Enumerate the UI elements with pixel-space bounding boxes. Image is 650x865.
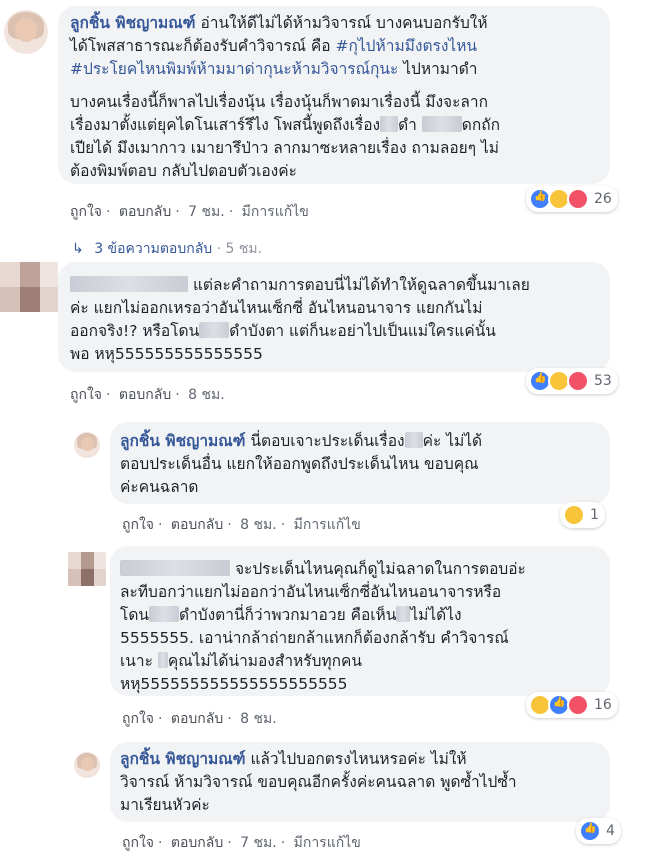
blurred-word [396,606,411,622]
comment-line: ค่ะคนฉลาด [120,478,199,496]
hashtag-link[interactable]: #กุไปห้ามมึงตรงไหน [336,37,478,55]
comment-line: ตอบประเด็นอื่น แยกให้ออกพูดถึงประเด็นไหน… [120,455,479,473]
like-link[interactable]: ถูกใจ [70,204,102,220]
hashtag-link[interactable]: #ประโยคไหนพิมพ์ห้ามมาด่ากุนะห้ามวิจารณ์ก… [70,60,398,78]
love-reaction-icon [567,188,589,210]
blurred-word [421,116,462,132]
comment-line: ลูกชิ้น พิชญามณฑ์ อ่านให้ดีไม่ได้ห้ามวิจ… [70,14,488,32]
comment-bubble: ลูกชิ้น พิชญามณฑ์ แล้วไปบอกตรงไหนหรอค่ะ … [110,742,610,822]
avatar[interactable] [4,10,48,54]
comment-time[interactable]: 7 ชม. [188,204,225,220]
comment-line: ค่ะ แยกไม่ออกเหรอว่าอันไหนเซ็กซี่ อันไหน… [70,299,483,317]
like-link[interactable]: ถูกใจ [122,517,154,533]
comment-line: ลูกชิ้น พิชญามณฑ์ นี่ตอบเจาะประเด็นเรื่อ… [120,432,483,450]
comment-line: มาเรียนหัวค่ะ [120,796,210,814]
reply-link[interactable]: ตอบกลับ [171,517,223,533]
blurred-word [404,432,423,448]
like-link[interactable]: ถูกใจ [122,835,154,851]
reaction-count: 53 [594,373,612,389]
reaction-summary[interactable]: 1 [560,502,605,528]
reaction-summary[interactable]: 53 [526,368,618,394]
reaction-count: 4 [606,823,615,839]
reply-arrow-icon: ↳ [72,241,84,257]
reply-link[interactable]: ตอบกลับ [119,204,171,220]
comment-line: ลูกชิ้น พิชญามณฑ์ แล้วไปบอกตรงไหนหรอค่ะ … [120,750,467,768]
comment-line: ได้โพสสาธารณะก็ต้องรับคำวิจารณ์ คือ #กุไ… [70,37,478,55]
comment-actions: ถูกใจ · ตอบกลับ · 7 ชม. · มีการแก้ไข [122,835,361,851]
comment-line: ต้องพิมพ์ตอบ กลับไปตอบตัวเองค่ะ [70,162,297,180]
comment-bubble: จะประเด็นไหนคุณก็ดูไม่ฉลาดในการตอบอ่ะ ละ… [110,546,610,696]
comment-bubble: ลูกชิ้น พิชญามณฑ์ นี่ตอบเจาะประเด็นเรื่อ… [110,422,610,504]
sad-reaction-icon [563,504,585,526]
reaction-count: 16 [594,697,612,713]
like-link[interactable]: ถูกใจ [70,387,102,403]
comment-line: แต่ละคำถามการตอบนี่ไม่ได้ทำให้ดูฉลาดขึ้น… [70,274,605,297]
comment-line: 5555555. เอาน่ากล้าถ่ายกล้าแหกก็ต้องกล้า… [120,629,509,647]
comment-time[interactable]: 8 ชม. [188,387,225,403]
edited-label[interactable]: มีการแก้ไข [294,835,361,851]
reaction-count: 26 [594,191,612,207]
reaction-summary[interactable]: 26 [526,186,618,212]
blurred-avatar[interactable] [68,552,106,586]
blurred-word [380,116,399,132]
reply-time: 5 ชม. [225,241,263,257]
like-reaction-icon [579,820,601,842]
comment-author[interactable]: ลูกชิ้น พิชญามณฑ์ [120,432,246,450]
comment-bubble: แต่ละคำถามการตอบนี่ไม่ได้ทำให้ดูฉลาดขึ้น… [58,262,610,372]
comment-author[interactable]: ลูกชิ้น พิชญามณฑ์ [70,14,196,32]
reply-link[interactable]: ตอบกลับ [171,711,223,727]
blurred-author-name[interactable] [120,560,230,576]
comment-bubble: ลูกชิ้น พิชญามณฑ์ อ่านให้ดีไม่ได้ห้ามวิจ… [58,6,610,184]
blurred-word [157,652,168,668]
comment-line: พอ หหุ555555555555555 [70,345,263,363]
comment-actions: ถูกใจ · ตอบกลับ · 7 ชม. · มีการแก้ไข [70,204,309,220]
reply-link[interactable]: ตอบกลับ [119,387,171,403]
comment-line: โดน ดำบังตานี่ก็ว่าพวกมาอวย คือเห็น ไม่ได้… [120,606,462,624]
comment-author[interactable]: ลูกชิ้น พิชญามณฑ์ [120,750,246,768]
reaction-summary[interactable]: 4 [576,818,621,844]
comment-line: วิจารณ์ ห้ามวิจารณ์ ขอบคุณอีกครั้งค่ะคนฉ… [120,773,517,791]
avatar[interactable] [74,432,100,458]
reaction-summary[interactable]: 16 [526,692,618,718]
love-reaction-icon [567,694,589,716]
comment-time[interactable]: 8 ชม. [240,711,277,727]
blurred-word [149,606,179,622]
love-reaction-icon [567,370,589,392]
comment-line: เรื่องมาตั้งแต่ยุคไดโนเสาร์รึไง โพสนี้พู… [70,116,501,134]
comment-time[interactable]: 8 ชม. [240,517,277,533]
comment-line: เปียได้ มึงเมากาว เมายารึป่าว ลากมาซะหลา… [70,139,499,157]
comment-line: บางคนเรื่องนี้ก็พาลไปเรื่องนุ้น เรื่องนุ… [70,93,489,111]
comment-actions: ถูกใจ · ตอบกลับ · 8 ชม. [70,387,225,403]
comment-line: ละทีบอกว่าแยกไม่ออกว่าอันไหนเซ็กซี่อันไห… [120,583,502,601]
comment-line: เนาะ คุณไม่ได้น่ามองสำหรับทุกคน [120,652,362,670]
blurred-avatar[interactable] [0,262,58,312]
comment-line: จะประเด็นไหนคุณก็ดูไม่ฉลาดในการตอบอ่ะ [120,558,608,581]
blurred-word [199,322,230,338]
blurred-author-name[interactable] [70,276,188,292]
edited-label[interactable]: มีการแก้ไข [242,204,309,220]
comment-line: #ประโยคไหนพิมพ์ห้ามมาด่ากุนะห้ามวิจารณ์ก… [70,60,478,78]
comment-actions: ถูกใจ · ตอบกลับ · 8 ชม. [122,711,277,727]
view-replies-link[interactable]: ↳ 3 ข้อความตอบกลับ · 5 ชม. [72,238,262,260]
avatar[interactable] [74,752,100,778]
comment-actions: ถูกใจ · ตอบกลับ · 8 ชม. · มีการแก้ไข [122,517,361,533]
reply-link[interactable]: ตอบกลับ [171,835,223,851]
like-link[interactable]: ถูกใจ [122,711,154,727]
edited-label[interactable]: มีการแก้ไข [294,517,361,533]
comment-time[interactable]: 7 ชม. [240,835,277,851]
comment-line: ออกจริง!? หรือโดน ดำบังตา แต่ก็นะอย่าไปเป… [70,322,496,340]
reaction-count: 1 [590,507,599,523]
